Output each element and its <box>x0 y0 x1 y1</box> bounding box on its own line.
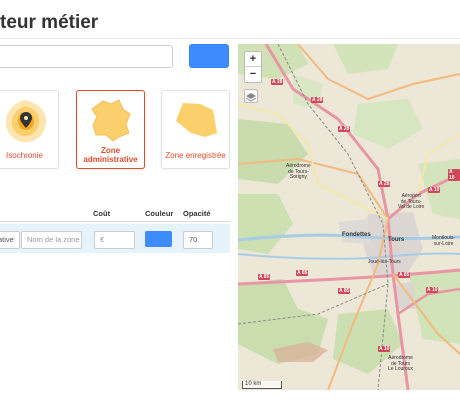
place-label: Montlouis-sur-Loire <box>432 235 456 247</box>
header-cost: Coût <box>93 209 111 218</box>
card-saved-zone[interactable]: Zone enregistrée <box>161 90 230 169</box>
zone-type-field[interactable]: ative <box>0 231 20 249</box>
zoom-control: + − <box>244 51 262 83</box>
road-label: A 28 <box>311 97 324 103</box>
road-label: A 85 <box>398 272 411 278</box>
road-label: A 85 <box>258 274 271 280</box>
search-button[interactable] <box>189 44 229 68</box>
zoom-out-button[interactable]: − <box>245 67 261 82</box>
title-divider <box>0 38 460 39</box>
road-label: A 10 <box>426 287 439 293</box>
road-label: A 28 <box>338 126 351 132</box>
place-label: Joué-lès-Tours <box>368 259 401 265</box>
card-label: Isochronie <box>6 151 43 160</box>
header-opacity: Opacité <box>183 209 211 218</box>
page-title: teur métier <box>0 12 99 33</box>
layers-icon <box>245 93 257 102</box>
place-label: Aérodrome de Tours- Sorigny <box>286 163 311 180</box>
card-label: Zone administrative <box>83 146 138 164</box>
header-color: Couleur <box>145 209 174 218</box>
map-scale: 10 km <box>242 381 282 389</box>
place-label: Aérodrome de Tours Le Louroux <box>388 355 414 372</box>
map[interactable]: + − A 28 A 28 A 28 A 28 A 10 A 10 A 85 A… <box>238 44 460 390</box>
zone-name-field[interactable]: Nom de la zone <box>21 231 82 249</box>
zoom-in-button[interactable]: + <box>245 52 261 67</box>
road-label: A 85 <box>296 270 309 276</box>
road-label: A 10 <box>448 169 460 181</box>
road-label: A 10 <box>428 187 441 193</box>
road-label: A 10 <box>378 346 391 352</box>
admin-zone-icon <box>91 99 131 142</box>
layers-button[interactable] <box>244 89 258 103</box>
card-admin-zone[interactable]: Zone administrative <box>76 90 145 169</box>
opacity-field[interactable]: 70 <box>183 231 213 249</box>
place-label: Tours <box>388 237 405 243</box>
road-label: A 85 <box>338 288 351 294</box>
road-label: A 28 <box>271 79 284 85</box>
isochrone-icon <box>5 100 47 143</box>
color-picker-button[interactable] <box>145 231 172 247</box>
saved-zone-icon <box>176 103 217 137</box>
place-label: Aéroport de Tours- Val de Loire <box>398 193 425 210</box>
cost-field[interactable]: € <box>94 231 135 249</box>
map-tiles <box>238 44 460 390</box>
card-label: Zone enregistrée <box>165 151 226 160</box>
table-header-divider <box>0 221 230 222</box>
place-label: Fondettes <box>342 232 371 238</box>
card-isochrone[interactable]: Isochronie <box>0 90 59 169</box>
road-label: A 28 <box>378 181 391 187</box>
search-input[interactable] <box>0 45 173 68</box>
